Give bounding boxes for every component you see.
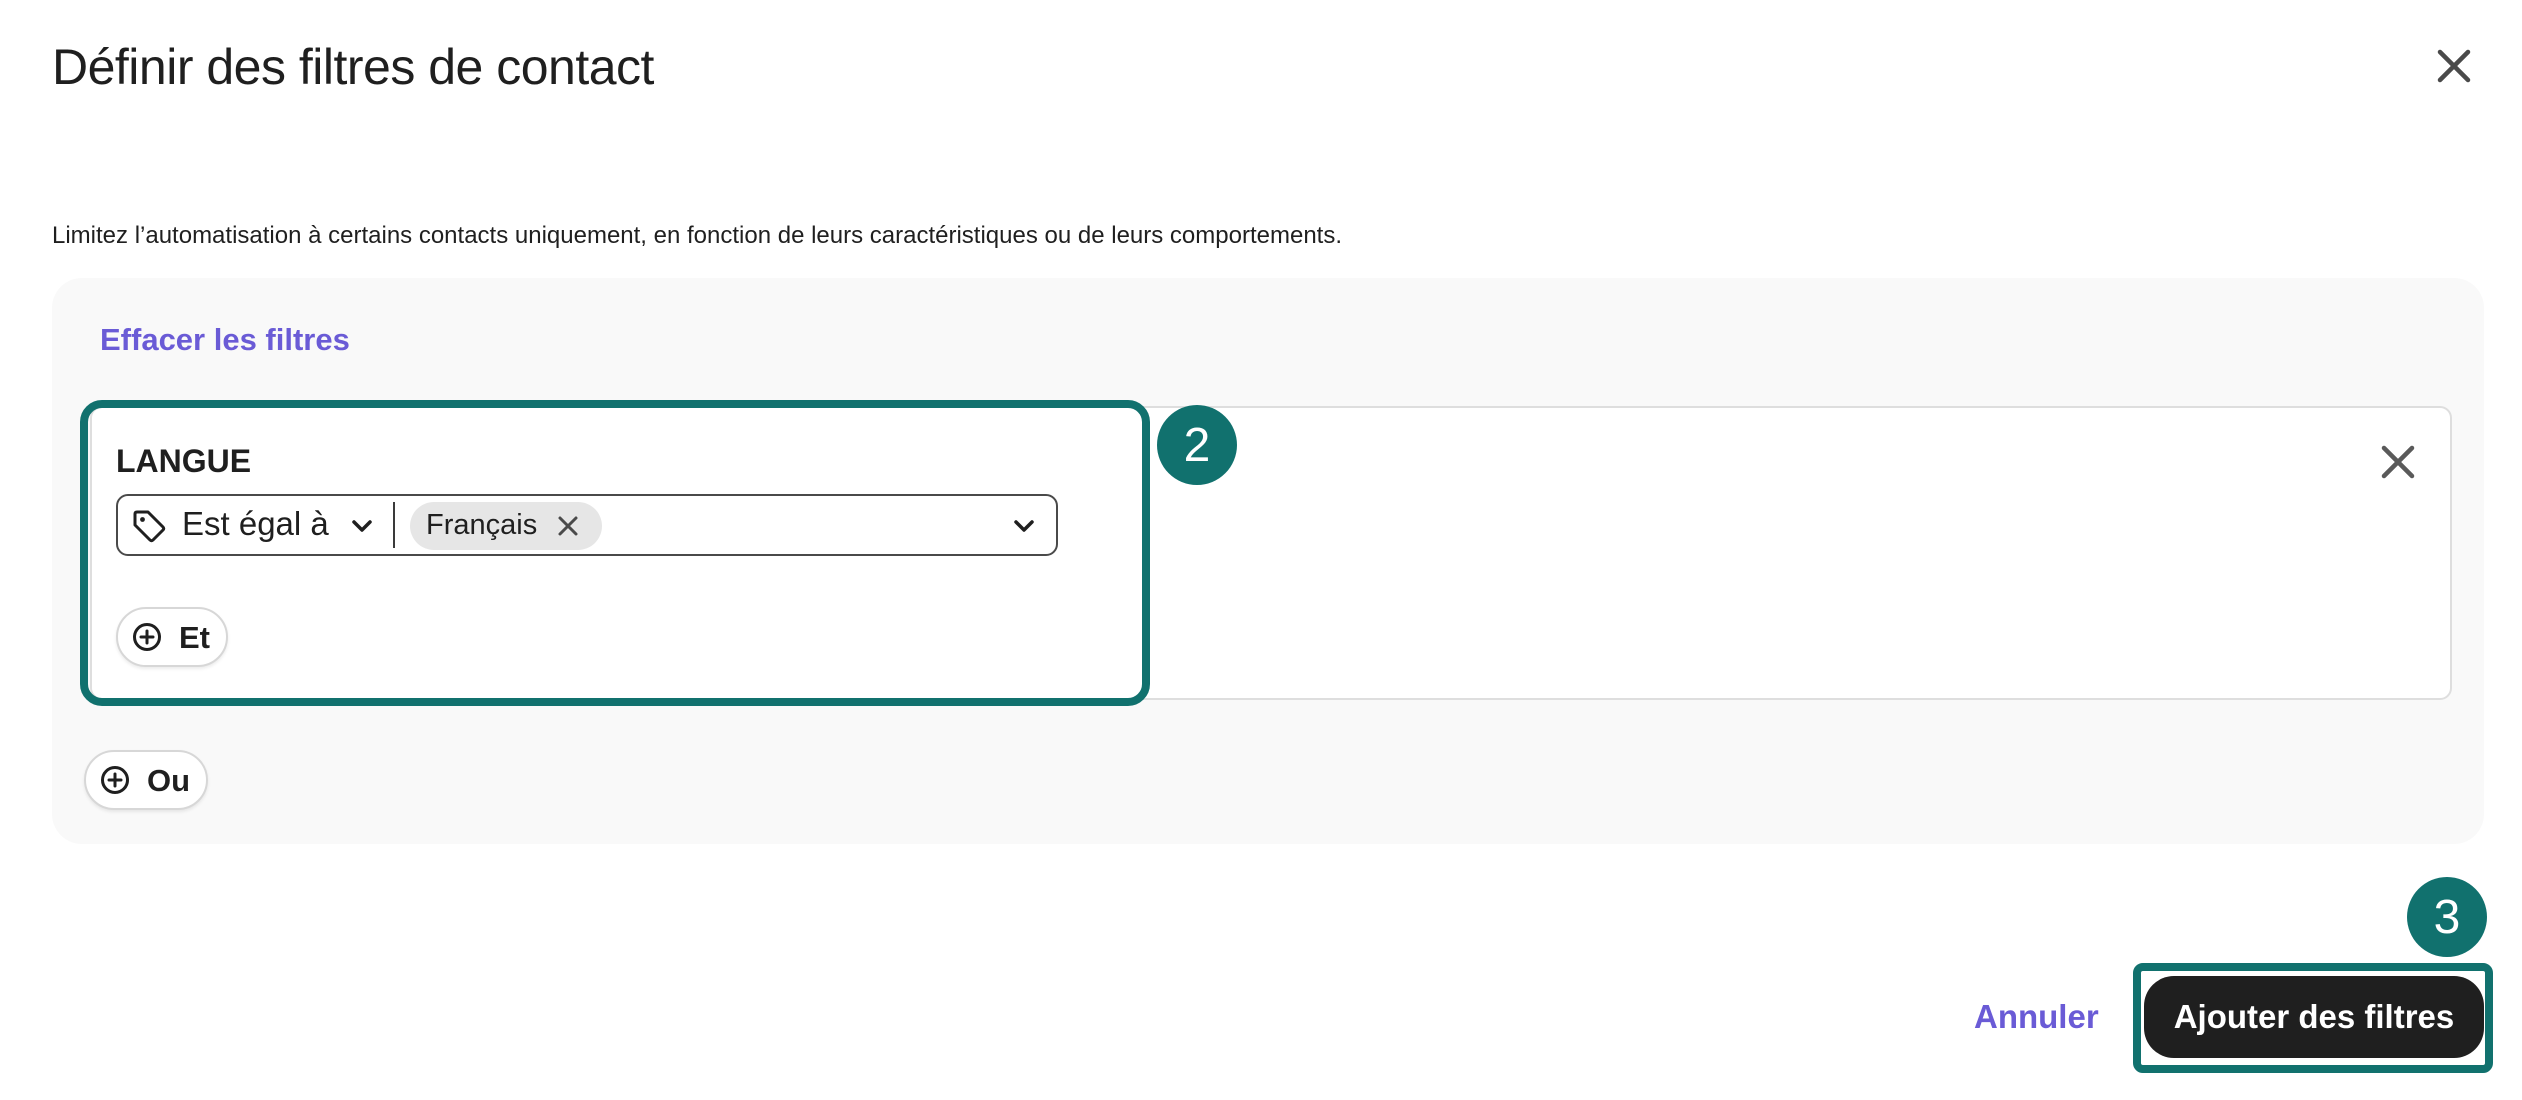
dialog-title: Définir des filtres de contact	[52, 39, 654, 95]
close-icon[interactable]	[2430, 42, 2478, 90]
dialog-description: Limitez l’automatisation à certains cont…	[52, 222, 1342, 249]
plus-circle-icon	[101, 766, 129, 794]
close-icon[interactable]	[2374, 438, 2422, 486]
clear-filters-link[interactable]: Effacer les filtres	[100, 322, 350, 358]
add-or-label: Ou	[147, 763, 191, 798]
step-2-highlight	[80, 400, 1150, 706]
add-filters-button[interactable]: Ajouter des filtres	[2144, 976, 2484, 1058]
cancel-button[interactable]: Annuler	[1974, 998, 2099, 1036]
step-2-badge: 2	[1157, 405, 1237, 485]
step-3-badge: 3	[2407, 877, 2487, 957]
